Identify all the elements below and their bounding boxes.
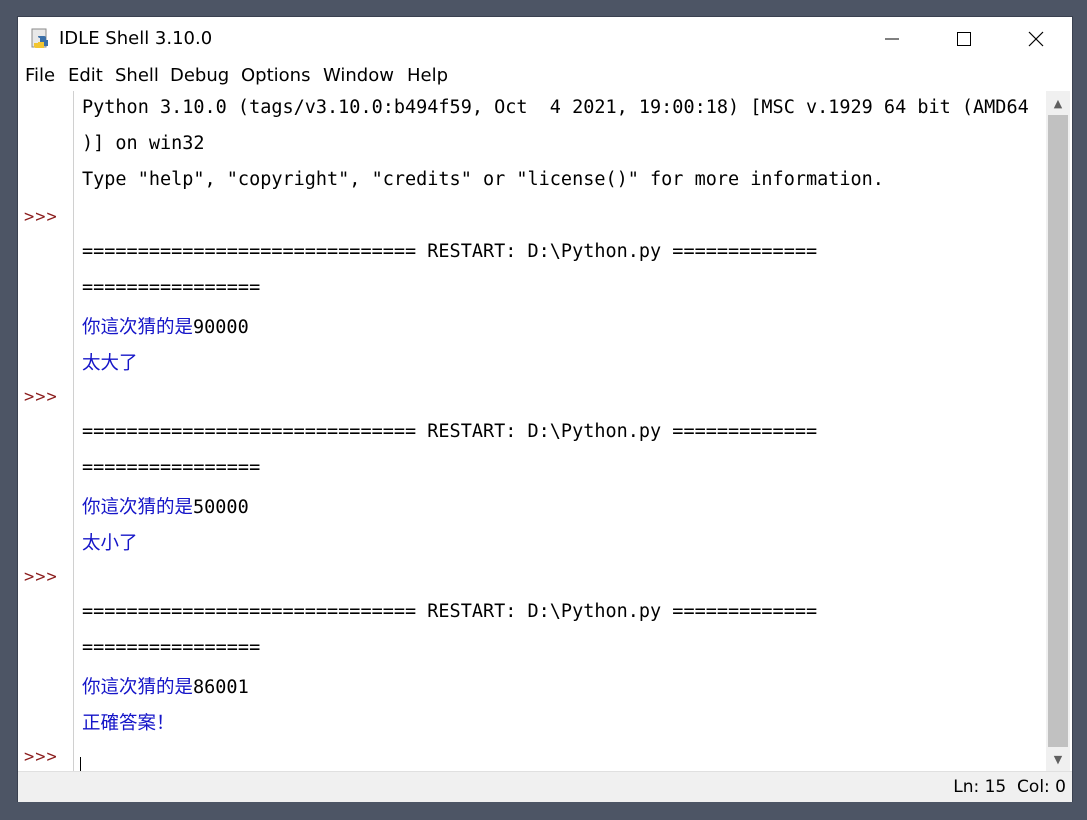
- menu-window[interactable]: Window: [323, 65, 394, 86]
- banner-line: )] on win32: [82, 133, 205, 154]
- window-title: IDLE Shell 3.10.0: [59, 28, 213, 49]
- line-number: Ln: 15: [953, 777, 1007, 797]
- cursor-position: Ln: 15 Col: 0: [953, 777, 1066, 797]
- restart-line: ============================== RESTART: …: [82, 241, 818, 262]
- menu-help[interactable]: Help: [407, 65, 448, 86]
- python-idle-icon: [31, 28, 48, 48]
- guess-label: 你這次猜的是: [82, 317, 194, 338]
- output-line: 你這次猜的是86001: [82, 673, 249, 699]
- menu-shell[interactable]: Shell: [115, 65, 159, 86]
- shell-text-area[interactable]: Python 3.10.0 (tags/v3.10.0:b494f59, Oct…: [74, 91, 1046, 771]
- restart-line: ================: [82, 457, 261, 478]
- shell-prompt: >>>: [24, 207, 58, 227]
- text-cursor: [80, 757, 81, 771]
- output-line: 你這次猜的是50000: [82, 493, 249, 519]
- close-button[interactable]: [1000, 17, 1072, 61]
- shell-prompt: >>>: [24, 747, 58, 767]
- menu-file[interactable]: File: [25, 65, 55, 86]
- guess-label: 你這次猜的是: [82, 497, 194, 518]
- shell-prompt: >>>: [24, 567, 58, 587]
- restart-line: ============================== RESTART: …: [82, 421, 818, 442]
- restart-line: ================: [82, 637, 261, 658]
- banner-line: Python 3.10.0 (tags/v3.10.0:b494f59, Oct…: [82, 97, 1029, 118]
- close-icon: [1028, 31, 1044, 47]
- idle-shell-window: IDLE Shell 3.10.0 File Edit Shell Debug …: [18, 17, 1072, 802]
- result-line: 正確答案！: [82, 713, 175, 734]
- guess-value: 90000: [193, 317, 249, 338]
- result-line: 太大了: [82, 353, 138, 374]
- prompt-gutter: >>> >>> >>> >>>: [18, 91, 74, 771]
- banner-line: Type "help", "copyright", "credits" or "…: [82, 169, 884, 190]
- scroll-thumb[interactable]: [1048, 115, 1068, 747]
- vertical-scrollbar[interactable]: ▲ ▼: [1046, 91, 1070, 771]
- restart-line: ============================== RESTART: …: [82, 601, 818, 622]
- status-bar: Ln: 15 Col: 0: [18, 771, 1072, 802]
- scroll-down-arrow-icon[interactable]: ▼: [1046, 747, 1070, 771]
- maximize-button[interactable]: [928, 17, 1000, 61]
- title-bar[interactable]: IDLE Shell 3.10.0: [18, 17, 1072, 61]
- column-number: Col: 0: [1017, 777, 1066, 797]
- menu-bar: File Edit Shell Debug Options Window Hel…: [18, 61, 1072, 91]
- menu-edit[interactable]: Edit: [68, 65, 103, 86]
- guess-label: 你這次猜的是: [82, 677, 194, 698]
- menu-options[interactable]: Options: [241, 65, 310, 86]
- guess-value: 50000: [193, 497, 249, 518]
- minimize-icon: [885, 38, 899, 40]
- shell-prompt: >>>: [24, 387, 58, 407]
- restart-line: ================: [82, 277, 261, 298]
- output-line: 你這次猜的是90000: [82, 313, 249, 339]
- result-line: 太小了: [82, 533, 138, 554]
- maximize-icon: [957, 32, 971, 46]
- menu-debug[interactable]: Debug: [170, 65, 229, 86]
- scroll-up-arrow-icon[interactable]: ▲: [1046, 91, 1070, 115]
- minimize-button[interactable]: [856, 17, 928, 61]
- guess-value: 86001: [193, 677, 249, 698]
